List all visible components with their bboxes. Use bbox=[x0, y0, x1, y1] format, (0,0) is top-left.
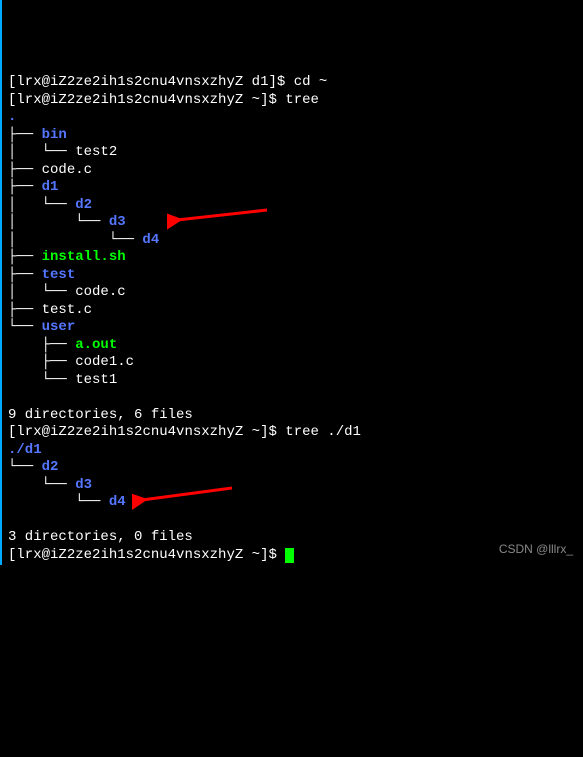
tree2-d2: d2 bbox=[42, 459, 59, 475]
file-test-codec: code.c bbox=[75, 284, 125, 300]
dir-test: test bbox=[42, 267, 76, 283]
watermark: CSDN @lllrx_ bbox=[499, 542, 573, 557]
file-code1c: code1.c bbox=[75, 354, 134, 370]
file-testc: test.c bbox=[42, 302, 92, 318]
file-install: install.sh bbox=[42, 249, 126, 265]
tree-summary-1: 9 directories, 6 files bbox=[8, 407, 193, 423]
dir-d3: d3 bbox=[109, 214, 126, 230]
dir-user: user bbox=[42, 319, 76, 335]
cursor-icon bbox=[285, 548, 294, 563]
prompt-line-1: [lrx@iZ2ze2ih1s2cnu4vnsxzhyZ d1]$ cd ~ bbox=[8, 74, 327, 90]
prompt-line-4[interactable]: [lrx@iZ2ze2ih1s2cnu4vnsxzhyZ ~]$ bbox=[8, 547, 294, 563]
file-test2: test2 bbox=[75, 144, 117, 160]
file-codec: code.c bbox=[42, 162, 92, 178]
tree-summary-2: 3 directories, 0 files bbox=[8, 529, 193, 545]
dir-bin: bin bbox=[42, 127, 67, 143]
tree2-root: ./d1 bbox=[8, 442, 42, 458]
prompt-line-2: [lrx@iZ2ze2ih1s2cnu4vnsxzhyZ ~]$ tree bbox=[8, 92, 319, 108]
tree2-d3: d3 bbox=[75, 477, 92, 493]
command-cd: cd ~ bbox=[294, 74, 328, 90]
tree-root: . bbox=[8, 109, 16, 125]
prompt-line-3: [lrx@iZ2ze2ih1s2cnu4vnsxzhyZ ~]$ tree ./… bbox=[8, 424, 361, 440]
command-tree-d1: tree ./d1 bbox=[285, 424, 361, 440]
dir-d2: d2 bbox=[75, 197, 92, 213]
tree2-d4: d4 bbox=[109, 494, 126, 510]
file-test1: test1 bbox=[75, 372, 117, 388]
command-tree: tree bbox=[285, 92, 319, 108]
file-aout: a.out bbox=[75, 337, 117, 353]
dir-d4: d4 bbox=[142, 232, 159, 248]
dir-d1: d1 bbox=[42, 179, 59, 195]
terminal-output: [lrx@iZ2ze2ih1s2cnu4vnsxzhyZ d1]$ cd ~ [… bbox=[8, 74, 577, 564]
